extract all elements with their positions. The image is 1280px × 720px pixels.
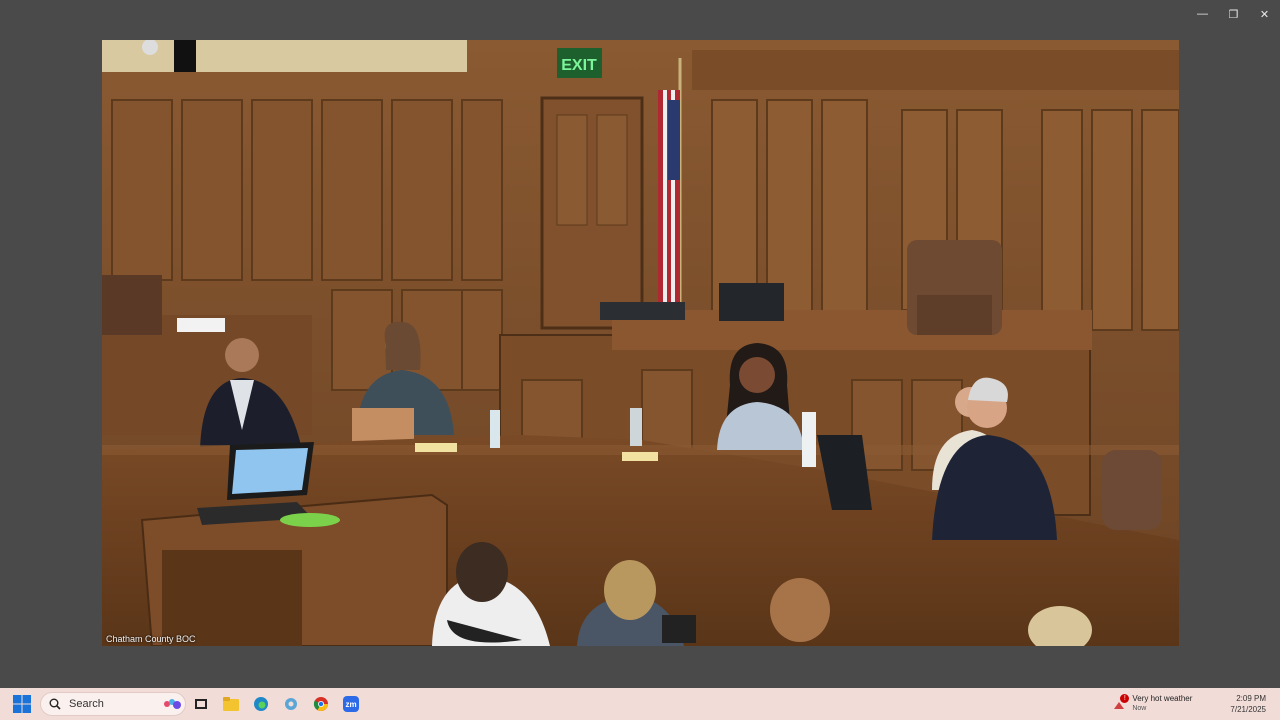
clock-date: 7/21/2025 — [1230, 705, 1266, 714]
search-placeholder: Search — [69, 698, 104, 710]
meeting-room-scene: EXIT — [102, 40, 1179, 646]
exit-sign: EXIT — [561, 57, 597, 74]
weather-title: Very hot weather — [1132, 694, 1193, 703]
system-tray: ! Very hot weather Now 2:09 PM 7/21/2025 — [1112, 688, 1266, 720]
window-controls: — ❐ ✕ — [1187, 0, 1280, 28]
close-button[interactable]: ✕ — [1249, 0, 1280, 28]
zoom-icon: zm — [343, 696, 359, 712]
taskbar: Search zm ! Very hot weather Now 2:09 PM… — [0, 688, 1280, 720]
file-explorer-icon — [223, 697, 239, 711]
task-view-icon — [195, 699, 207, 709]
start-button[interactable] — [11, 693, 33, 715]
task-view-button[interactable] — [186, 688, 216, 720]
minimize-button[interactable]: — — [1187, 0, 1218, 28]
taskbar-search-box[interactable]: Search — [40, 692, 186, 716]
clock[interactable]: 2:09 PM 7/21/2025 — [1230, 693, 1266, 715]
chrome-icon — [313, 697, 328, 711]
clock-time: 2:09 PM — [1236, 694, 1266, 703]
edge-button[interactable] — [246, 688, 276, 720]
file-explorer-button[interactable] — [216, 688, 246, 720]
zoom-button[interactable]: zm — [336, 688, 366, 720]
settings-icon — [285, 698, 297, 710]
weather-subtitle: Now — [1132, 705, 1147, 712]
weather-alert-badge: ! — [1120, 694, 1130, 703]
search-highlight-icon — [164, 699, 181, 709]
weather-alert-icon: ! — [1112, 694, 1130, 711]
edge-icon — [254, 697, 268, 711]
video-feed[interactable]: EXIT Chatham County BOC — [102, 40, 1179, 646]
search-icon — [49, 698, 61, 710]
restore-button[interactable]: ❐ — [1218, 0, 1249, 28]
settings-button[interactable] — [276, 688, 306, 720]
weather-widget[interactable]: ! Very hot weather Now — [1112, 694, 1192, 714]
windows-logo-icon — [13, 695, 31, 713]
video-caption: Chatham County BOC — [106, 634, 196, 644]
chrome-button[interactable] — [306, 688, 336, 720]
